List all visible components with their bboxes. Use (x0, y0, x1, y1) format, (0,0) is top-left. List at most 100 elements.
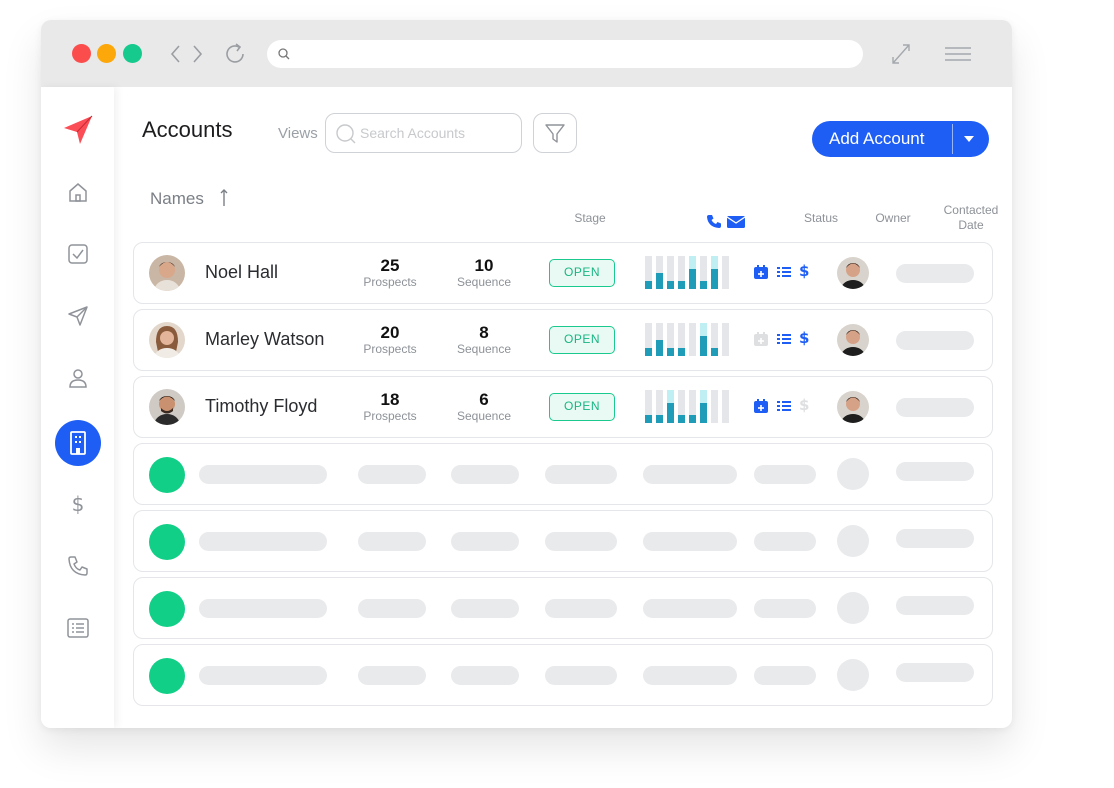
avatar (149, 255, 185, 291)
deals-dollar-icon[interactable]: $ (55, 481, 101, 527)
placeholder-name (199, 532, 327, 551)
browser-titlebar (41, 20, 1012, 87)
prospects-value: 20 (380, 323, 400, 342)
sort-arrow-up-icon[interactable] (218, 188, 230, 208)
calendar-add-icon[interactable] (753, 264, 769, 280)
account-name[interactable]: Marley Watson (205, 329, 324, 350)
home-icon[interactable] (55, 169, 101, 215)
close-window-button[interactable] (72, 44, 91, 63)
back-forward-icon[interactable] (169, 43, 205, 65)
contact-person-icon[interactable] (55, 355, 101, 401)
placeholder-activity (643, 666, 737, 685)
placeholder-prospects (358, 532, 426, 551)
filter-button[interactable] (533, 113, 577, 153)
placeholder-sequence (451, 666, 519, 685)
dollar-icon[interactable]: $ (799, 262, 809, 280)
placeholder-name (199, 599, 327, 618)
sequence-value: 10 (474, 256, 494, 275)
views-label[interactable]: Views (278, 125, 318, 142)
expand-icon[interactable] (890, 42, 912, 66)
minimize-window-button[interactable] (97, 44, 116, 63)
owner-avatar[interactable] (837, 257, 869, 289)
search-icon (336, 124, 356, 144)
placeholder-status (754, 666, 816, 685)
calendar-add-icon[interactable] (753, 331, 769, 347)
logo-send-icon[interactable] (55, 107, 101, 153)
sequence-value: 8 (479, 323, 489, 342)
tasks-checkbox-icon[interactable] (55, 231, 101, 277)
list-icon[interactable] (776, 398, 792, 414)
activity-bars (645, 323, 732, 356)
placeholder-name (199, 666, 327, 685)
list-icon[interactable] (776, 264, 792, 280)
contacted-date-column-header: Contacted Date (931, 203, 1011, 233)
placeholder-owner (837, 592, 869, 624)
contacted-header-line1: Contacted (943, 203, 999, 217)
maximize-window-button[interactable] (123, 44, 142, 63)
contacted-date-placeholder (896, 264, 974, 283)
prospects-count: 20 Prospects (345, 323, 435, 357)
prospects-label: Prospects (363, 275, 417, 289)
page-title: Accounts (142, 117, 233, 142)
table-row[interactable]: Timothy Floyd 18 Prospects 6 Sequence OP… (133, 376, 993, 438)
placeholder-sequence (451, 532, 519, 551)
calendar-add-icon[interactable] (753, 398, 769, 414)
status-column-header: Status (803, 211, 839, 225)
accounts-building-icon[interactable] (55, 420, 101, 466)
reload-icon[interactable] (222, 41, 248, 67)
activity-bars (645, 390, 732, 423)
menu-icon[interactable] (944, 45, 972, 63)
stage-badge[interactable]: OPEN (549, 259, 615, 287)
search-box[interactable] (325, 113, 522, 153)
placeholder-row (133, 577, 993, 639)
account-name[interactable]: Timothy Floyd (205, 396, 317, 417)
placeholder-sequence (451, 599, 519, 618)
sequence-label: Sequence (456, 275, 512, 289)
dollar-icon[interactable]: $ (799, 396, 809, 414)
reports-list-icon[interactable] (55, 605, 101, 651)
contacted-date-placeholder (896, 398, 974, 417)
stage-badge[interactable]: OPEN (549, 393, 615, 421)
names-column-header[interactable]: Names (150, 189, 204, 209)
placeholder-owner (837, 458, 869, 490)
placeholder-owner (837, 525, 869, 557)
owner-avatar[interactable] (837, 324, 869, 356)
browser-window: $ Accounts Views Add Account Names (41, 20, 1012, 728)
search-input[interactable] (360, 124, 510, 142)
contacted-date-placeholder (896, 331, 974, 350)
calls-phone-icon[interactable] (55, 543, 101, 589)
table-row[interactable]: Noel Hall 25 Prospects 10 Sequence OPEN (133, 242, 993, 304)
placeholder-row (133, 644, 993, 706)
placeholder-activity (643, 465, 737, 484)
owner-avatar[interactable] (837, 391, 869, 423)
placeholder-prospects (358, 465, 426, 484)
placeholder-sequence (451, 465, 519, 484)
placeholder-status (754, 465, 816, 484)
filter-funnel-icon (545, 124, 565, 143)
placeholder-stage (545, 465, 617, 484)
prospects-value: 18 (380, 390, 400, 409)
placeholder-row (133, 510, 993, 572)
placeholder-date (896, 462, 974, 481)
stage-badge[interactable]: OPEN (549, 326, 615, 354)
chevron-down-icon[interactable] (964, 136, 974, 142)
send-icon[interactable] (55, 293, 101, 339)
list-icon[interactable] (776, 331, 792, 347)
activity-bars (645, 256, 732, 289)
sequence-label: Sequence (456, 342, 512, 356)
placeholder-date (896, 596, 974, 615)
placeholder-owner (837, 659, 869, 691)
stage-column-header: Stage (574, 211, 606, 225)
owner-column-header: Owner (875, 211, 911, 225)
placeholder-name (199, 465, 327, 484)
placeholder-activity (643, 532, 737, 551)
prospects-count: 18 Prospects (345, 390, 435, 424)
dollar-icon[interactable]: $ (799, 329, 809, 347)
address-bar[interactable] (267, 40, 863, 68)
account-name[interactable]: Noel Hall (205, 262, 278, 283)
add-account-label: Add Account (829, 129, 925, 148)
placeholder-prospects (358, 666, 426, 685)
placeholder-avatar (149, 524, 185, 560)
table-row[interactable]: Marley Watson 20 Prospects 8 Sequence OP… (133, 309, 993, 371)
add-account-button[interactable]: Add Account (812, 121, 989, 157)
